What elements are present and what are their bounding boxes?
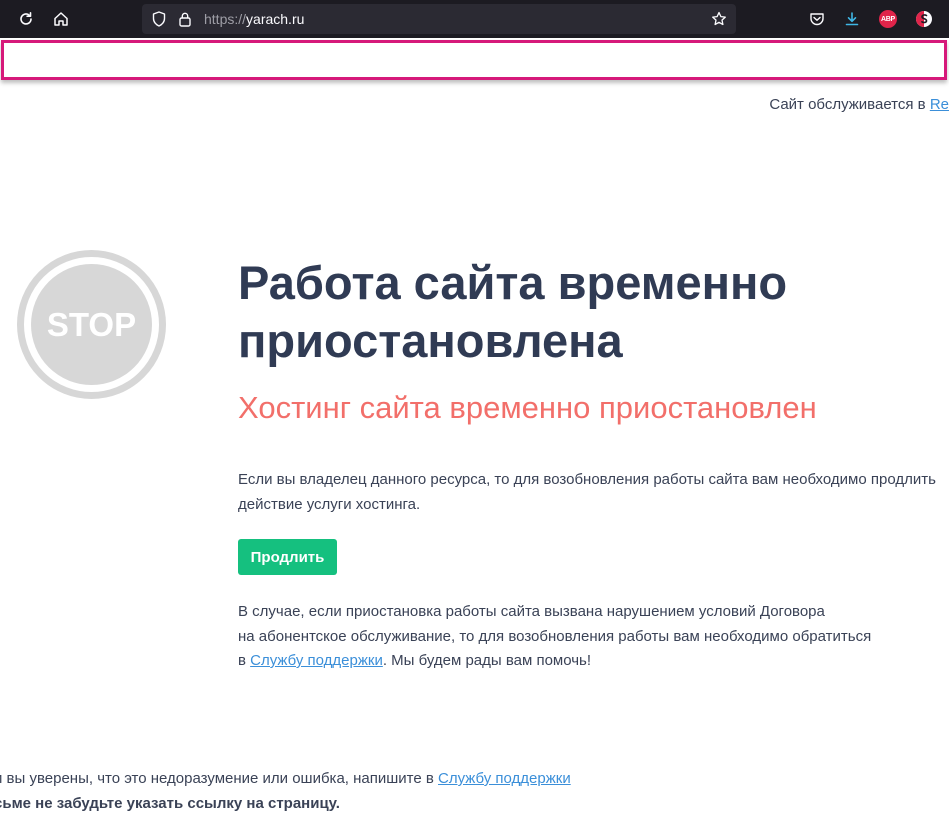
footer-support-link[interactable]: Службу поддержки bbox=[438, 770, 571, 787]
url-bar[interactable]: https://yarach.ru bbox=[142, 4, 736, 34]
stop-sign-icon: STOP bbox=[17, 250, 166, 399]
bookmark-star-icon[interactable] bbox=[709, 9, 729, 29]
renew-button[interactable]: Продлить bbox=[238, 539, 337, 575]
footer-note: и вы уверены, что это недоразумение или … bbox=[0, 770, 571, 787]
pocket-icon[interactable] bbox=[805, 7, 829, 31]
owner-instructions: Если вы владелец данного ресурса, то для… bbox=[238, 471, 936, 513]
lock-icon[interactable] bbox=[175, 9, 195, 29]
reload-icon[interactable] bbox=[14, 7, 38, 31]
footer-reminder: сьме не забудьте указать ссылку на стран… bbox=[0, 795, 340, 812]
highlighted-bar bbox=[1, 40, 947, 80]
violation-prefix: в bbox=[238, 652, 246, 669]
served-by-text: Сайт обслуживается в Re bbox=[769, 96, 949, 113]
page-subtitle: Хостинг сайта временно приостановлен bbox=[238, 390, 817, 425]
page-title: Работа сайта временно приостановлена bbox=[238, 256, 788, 367]
support-link[interactable]: Службу поддержки bbox=[250, 652, 383, 669]
url-protocol: https:// bbox=[204, 11, 247, 27]
download-icon[interactable] bbox=[840, 7, 864, 31]
served-by-link[interactable]: Re bbox=[930, 96, 949, 113]
violation-line-1: В случае, если приостановка работы сайта… bbox=[238, 603, 825, 620]
shield-icon[interactable] bbox=[149, 9, 169, 29]
violation-suffix: . Мы будем рады вам помочь! bbox=[382, 652, 592, 669]
adblock-extension-icon[interactable]: ABP bbox=[876, 7, 900, 31]
extension-icon[interactable] bbox=[912, 7, 936, 31]
browser-toolbar: https://yarach.ru ABP bbox=[0, 0, 949, 38]
violation-instructions: В случае, если приостановка работы сайта… bbox=[238, 600, 938, 674]
url-text[interactable]: https://yarach.ru bbox=[204, 11, 304, 27]
footer-note-text: и вы уверены, что это недоразумение или … bbox=[0, 770, 434, 787]
stop-sign-inner: STOP bbox=[31, 264, 152, 385]
served-by-prefix: Сайт обслуживается в bbox=[769, 96, 926, 113]
url-host: yarach.ru bbox=[246, 11, 305, 27]
home-icon[interactable] bbox=[49, 7, 73, 31]
stop-label: STOP bbox=[46, 305, 137, 343]
violation-line-2: на абонентское обслуживание, то для возо… bbox=[238, 627, 872, 645]
